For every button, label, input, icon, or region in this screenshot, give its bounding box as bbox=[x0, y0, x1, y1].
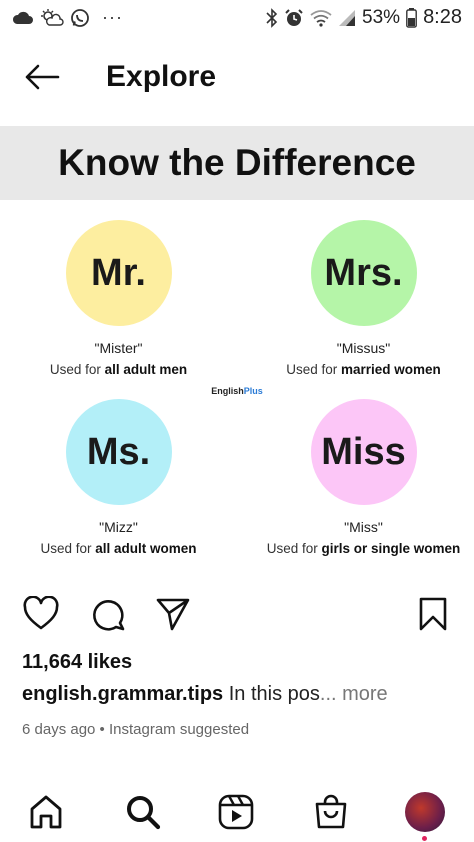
back-arrow-icon bbox=[25, 64, 60, 90]
nav-shop[interactable] bbox=[311, 792, 351, 832]
term-usage: Used for all adult women bbox=[0, 541, 237, 556]
battery-percent: 53% bbox=[362, 6, 401, 28]
usage-prefix: Used for bbox=[266, 541, 322, 556]
status-left: ··· bbox=[12, 7, 123, 28]
nav-home[interactable] bbox=[26, 792, 66, 832]
shopping-bag-icon bbox=[315, 794, 347, 829]
post-username[interactable]: english.grammar.tips bbox=[22, 683, 223, 705]
send-icon bbox=[156, 598, 190, 631]
home-icon bbox=[30, 795, 62, 829]
term-circle: Miss bbox=[310, 399, 417, 505]
share-button[interactable] bbox=[155, 596, 191, 632]
save-button[interactable] bbox=[416, 596, 452, 632]
clock: 8:28 bbox=[423, 6, 462, 28]
cloud-icon bbox=[12, 11, 33, 24]
term-card-mrs: Mrs. "Missus" Used for married women bbox=[245, 220, 474, 377]
term-card-miss: Miss "Miss" Used for girls or single wom… bbox=[245, 399, 474, 556]
usage-highlight: married women bbox=[341, 362, 441, 377]
post-actions bbox=[0, 595, 474, 632]
post-image-banner: Know the Difference bbox=[0, 126, 474, 200]
term-usage: Used for married women bbox=[245, 362, 474, 377]
usage-prefix: Used for bbox=[40, 541, 96, 556]
term-pronunciation: "Mister" bbox=[94, 340, 143, 356]
post-meta: 6 days ago • Instagram suggested bbox=[22, 721, 250, 738]
nav-reels[interactable] bbox=[216, 792, 256, 832]
usage-prefix: Used for bbox=[286, 362, 341, 377]
term-pronunciation: "Missus" bbox=[336, 340, 391, 356]
term-pronunciation: "Mizz" bbox=[99, 519, 138, 535]
like-button[interactable] bbox=[22, 595, 59, 632]
heart-icon bbox=[23, 595, 59, 630]
term-pronunciation: "Miss" bbox=[344, 519, 383, 535]
more-link[interactable]: ... more bbox=[320, 683, 388, 705]
wifi-icon bbox=[310, 9, 332, 27]
nav-profile-avatar[interactable] bbox=[405, 792, 445, 832]
page-title: Explore bbox=[106, 60, 217, 93]
usage-highlight: all adult women bbox=[95, 541, 197, 556]
term-circle: Mr. bbox=[65, 220, 172, 326]
term-circle: Mrs. bbox=[310, 220, 417, 326]
post-image-title: Know the Difference bbox=[58, 142, 416, 183]
whatsapp-icon bbox=[71, 8, 89, 27]
brand-suffix: Plus bbox=[243, 386, 263, 396]
term-circle: Ms. bbox=[65, 399, 172, 505]
explore-header: Explore bbox=[0, 52, 474, 104]
term-card-mr: Mr. "Mister" Used for all adult men bbox=[0, 220, 237, 377]
usage-prefix: Used for bbox=[49, 362, 105, 377]
nav-search[interactable] bbox=[123, 792, 163, 832]
notification-overflow: ··· bbox=[102, 7, 123, 27]
weather-icon bbox=[41, 8, 64, 26]
post-caption: english.grammar.tips In this pos... more bbox=[22, 683, 388, 706]
caption-text: In this pos bbox=[223, 683, 320, 705]
back-button[interactable] bbox=[22, 62, 62, 92]
bookmark-icon bbox=[419, 597, 447, 631]
status-bar: ··· 53% 8:28 bbox=[0, 0, 474, 40]
comment-icon bbox=[93, 600, 125, 631]
bluetooth-icon bbox=[266, 7, 278, 28]
usage-highlight: girls or single women bbox=[321, 541, 461, 556]
brand-name: English bbox=[211, 386, 244, 396]
term-usage: Used for girls or single women bbox=[245, 541, 474, 556]
profile-notification-dot bbox=[422, 836, 427, 841]
post-image[interactable]: Mr. "Mister" Used for all adult men Mrs.… bbox=[0, 200, 474, 570]
term-card-ms: Ms. "Mizz" Used for all adult women bbox=[0, 399, 237, 556]
battery-icon bbox=[406, 7, 417, 28]
alarm-icon bbox=[285, 8, 303, 26]
term-usage: Used for all adult men bbox=[0, 362, 237, 377]
reels-icon bbox=[218, 794, 254, 830]
usage-highlight: all adult men bbox=[104, 362, 188, 377]
comment-button[interactable] bbox=[90, 596, 126, 632]
signal-icon bbox=[339, 9, 356, 26]
bottom-navigation bbox=[0, 786, 474, 842]
status-right: 53% 8:28 bbox=[266, 6, 462, 29]
brand-watermark: EnglishPlus bbox=[0, 386, 474, 396]
search-icon bbox=[127, 796, 161, 830]
likes-count[interactable]: 11,664 likes bbox=[22, 651, 132, 674]
